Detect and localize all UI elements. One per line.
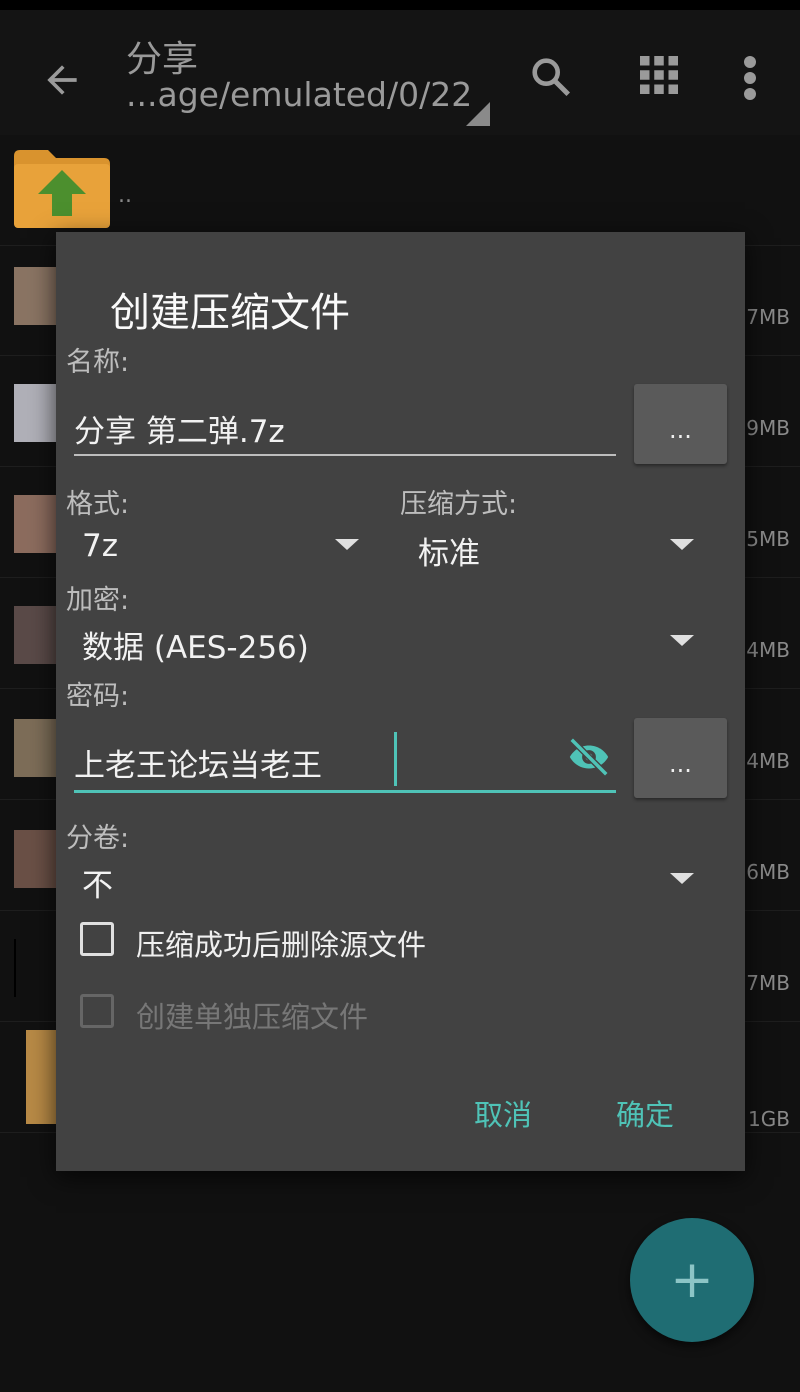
thumbnail [14,830,56,888]
cancel-button[interactable]: 取消 [474,1092,532,1134]
separate-archive-checkbox [80,994,114,1028]
format-dropdown-icon[interactable] [335,539,359,550]
file-size: 5MB [746,527,790,551]
file-size: 1GB [748,1107,790,1131]
app-bar: 分享 ...age/emulated/0/22 [0,10,800,135]
encrypt-label: 加密: [66,585,130,616]
search-icon[interactable] [528,54,574,100]
grid-view-icon[interactable] [640,56,678,94]
thumbnail [14,267,56,325]
file-size: 7MB [746,971,790,995]
format-label: 格式: [66,489,130,520]
volume-label: 分卷: [66,823,130,854]
more-options-icon[interactable] [740,54,760,102]
encrypt-dropdown-icon[interactable] [670,635,694,646]
add-fab-button[interactable]: + [630,1218,754,1342]
text-cursor [394,732,397,786]
delete-source-checkbox[interactable] [80,922,114,956]
file-size: 4MB [746,638,790,662]
method-label: 压缩方式: [400,489,518,520]
list-item-parent[interactable]: .. [0,135,800,246]
file-size: 7MB [746,305,790,329]
file-size: 4MB [746,749,790,773]
method-select[interactable]: 标准 [418,528,480,573]
archive-name-input[interactable]: 分享 第二弹.7z [74,406,285,451]
dialog-title: 创建压缩文件 [110,290,350,336]
file-size: 9MB [746,416,790,440]
ok-button[interactable]: 确定 [616,1092,674,1134]
method-dropdown-icon[interactable] [670,539,694,550]
format-select[interactable]: 7z [82,528,118,564]
thumbnail [14,939,58,997]
create-archive-dialog: 创建压缩文件 名称: 分享 第二弹.7z ... 格式: 7z 压缩方式: 标准… [56,232,745,1171]
file-size: 6MB [746,860,790,884]
password-underline [74,790,616,793]
plus-icon: + [670,1250,714,1310]
thumbnail [14,719,56,777]
encrypt-select[interactable]: 数据 (AES-256) [82,622,309,667]
visibility-off-icon[interactable] [564,734,614,780]
volume-select[interactable]: 不 [82,860,113,905]
path-dropdown-icon[interactable] [466,102,490,126]
browse-button[interactable]: ... [634,384,727,464]
name-label: 名称: [66,347,130,378]
name-underline [74,454,616,456]
password-label: 密码: [66,681,130,712]
password-input[interactable]: 上老王论坛当老王 [74,740,322,785]
thumbnail [14,606,56,664]
status-bar [0,0,800,10]
folder-up-icon [14,150,110,228]
parent-dir-label: .. [118,183,132,208]
thumbnail [14,384,56,442]
password-more-button[interactable]: ... [634,718,727,798]
separate-archive-label: 创建单独压缩文件 [136,1000,369,1034]
delete-source-label[interactable]: 压缩成功后删除源文件 [136,922,426,964]
back-arrow-icon[interactable] [40,58,84,102]
path-label[interactable]: ...age/emulated/0/22 [126,75,472,114]
volume-dropdown-icon[interactable] [670,873,694,884]
thumbnail [14,495,56,553]
